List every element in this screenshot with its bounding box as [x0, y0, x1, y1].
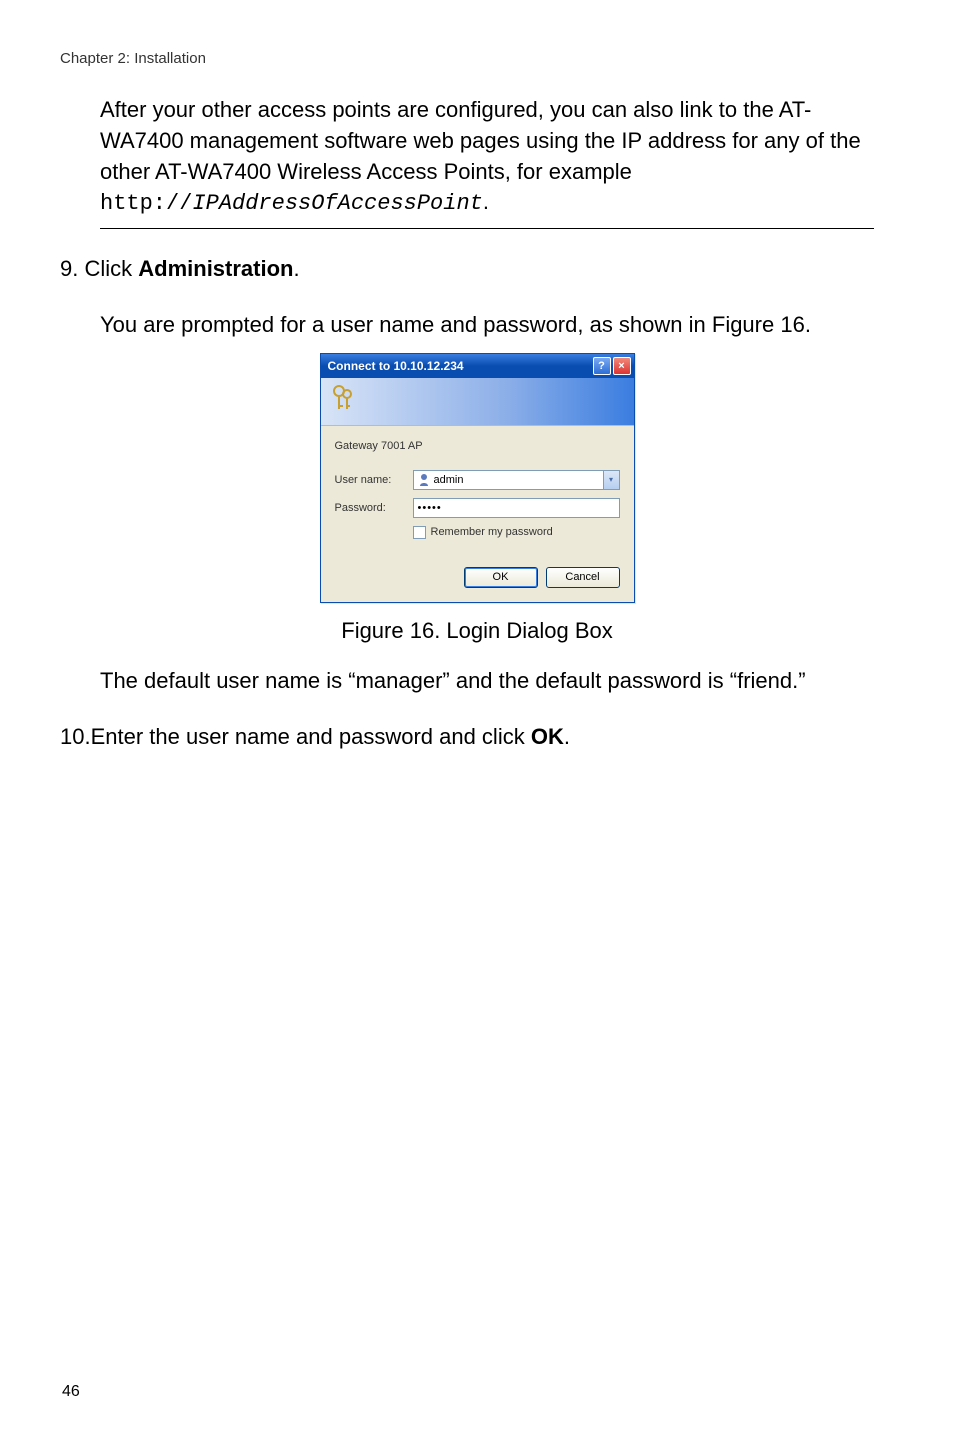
dialog-wrap: Connect to 10.10.12.234 ? × Gateway 7001… [60, 353, 894, 603]
remember-label: Remember my password [431, 526, 553, 538]
close-button[interactable]: × [613, 357, 631, 375]
password-input[interactable]: ••••• [413, 498, 620, 518]
login-dialog: Connect to 10.10.12.234 ? × Gateway 7001… [320, 353, 635, 603]
password-row: Password: ••••• [335, 498, 620, 518]
keys-icon [329, 383, 357, 419]
step10-prefix: 10.Enter the user name and password and … [60, 724, 531, 749]
step10-period: . [564, 724, 570, 749]
password-value: ••••• [418, 502, 442, 514]
button-row: OK Cancel [335, 567, 620, 588]
dialog-titlebar: Connect to 10.10.12.234 ? × [321, 354, 634, 378]
remember-checkbox[interactable] [413, 526, 426, 539]
username-combo[interactable]: admin ▾ [413, 470, 620, 490]
dialog-body: Gateway 7001 AP User name: admin ▾ Passw… [321, 426, 634, 602]
prompt-paragraph: You are prompted for a user name and pas… [100, 310, 874, 341]
cancel-button[interactable]: Cancel [546, 567, 620, 588]
intro-block: After your other access points are confi… [100, 95, 874, 229]
intro-period: . [483, 189, 489, 214]
remember-row: Remember my password [413, 526, 620, 539]
chapter-header: Chapter 2: Installation [60, 50, 894, 67]
step9-period: . [293, 256, 299, 281]
dialog-banner [321, 378, 634, 426]
intro-text: After your other access points are confi… [100, 97, 861, 184]
intro-paragraph: After your other access points are confi… [100, 95, 874, 220]
step-9: 9. Click Administration. [60, 254, 894, 285]
page-number: 46 [62, 1383, 80, 1401]
titlebar-buttons: ? × [593, 357, 631, 375]
username-label: User name: [335, 474, 413, 486]
url-prefix: http:// [100, 191, 192, 216]
url-placeholder: IPAddressOfAccessPoint [192, 191, 482, 216]
figure-caption: Figure 16. Login Dialog Box [60, 618, 894, 644]
username-value: admin [434, 474, 464, 486]
username-row: User name: admin ▾ [335, 470, 620, 490]
step9-prefix: 9. Click [60, 256, 138, 281]
step-10: 10.Enter the user name and password and … [60, 722, 894, 753]
ok-button[interactable]: OK [464, 567, 538, 588]
step9-bold: Administration [138, 256, 293, 281]
section-rule [100, 228, 874, 229]
realm-label: Gateway 7001 AP [335, 440, 620, 452]
chevron-down-icon[interactable]: ▾ [603, 471, 619, 489]
password-label: Password: [335, 502, 413, 514]
help-button[interactable]: ? [593, 357, 611, 375]
user-icon [418, 473, 430, 487]
defaults-paragraph: The default user name is “manager” and t… [100, 666, 874, 697]
step10-bold: OK [531, 724, 564, 749]
dialog-title: Connect to 10.10.12.234 [328, 359, 464, 373]
